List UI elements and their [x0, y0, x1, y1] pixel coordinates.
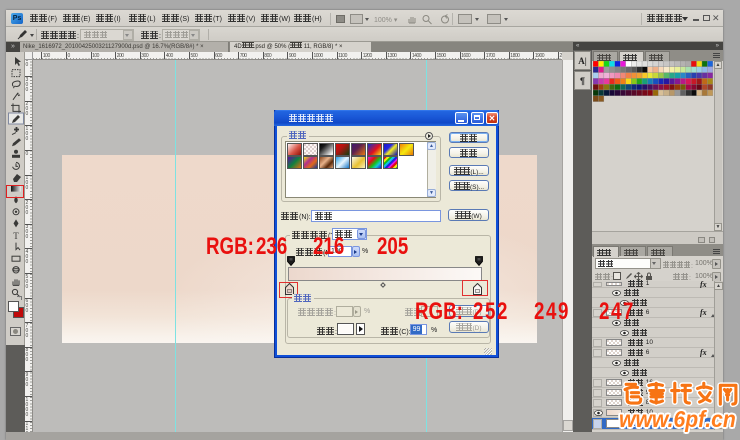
svg-text:T: T — [13, 231, 19, 241]
